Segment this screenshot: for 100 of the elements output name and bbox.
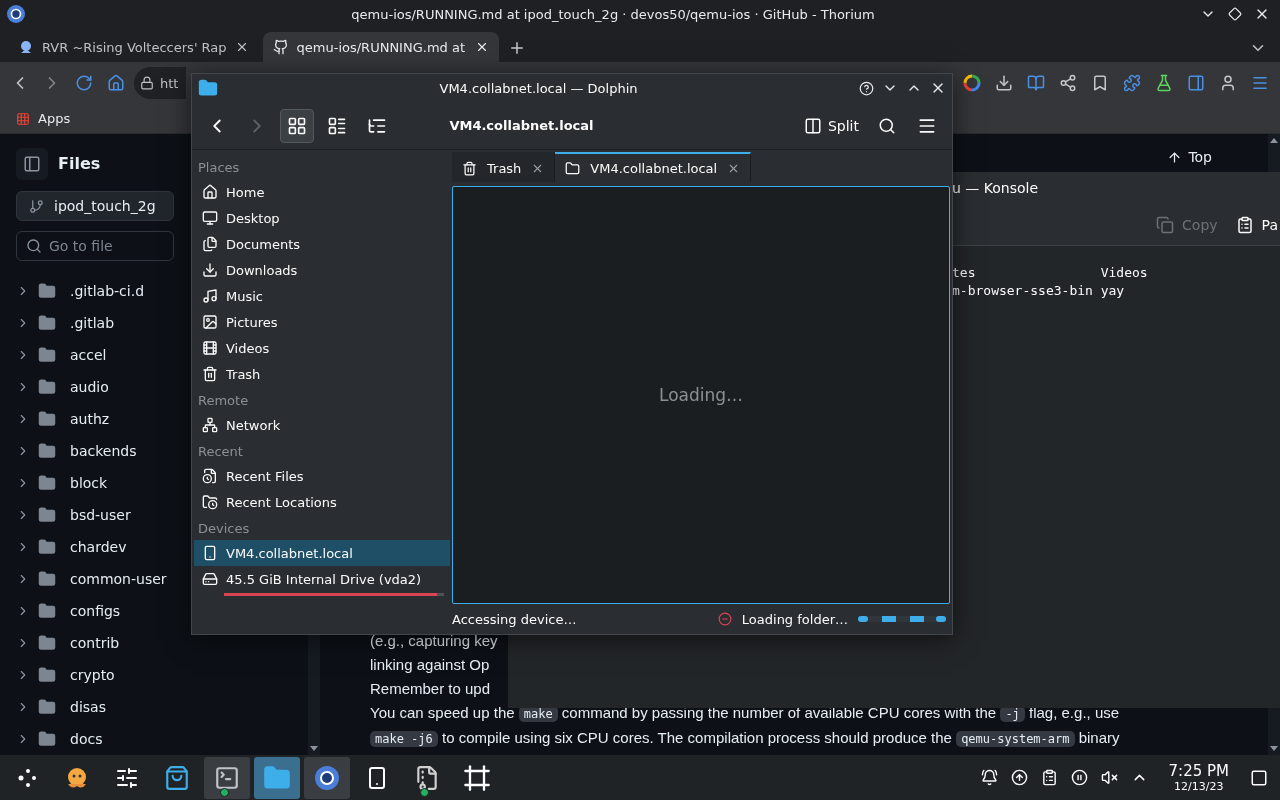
monitor-icon xyxy=(202,210,218,226)
bell-icon[interactable] xyxy=(980,769,998,786)
share-icon[interactable] xyxy=(1059,74,1077,92)
show-desktop-icon[interactable] xyxy=(1250,768,1268,787)
top-button[interactable]: Top xyxy=(1167,144,1212,170)
picture-icon xyxy=(202,314,218,330)
clipboard-icon[interactable] xyxy=(1040,769,1058,786)
folder-item[interactable]: crypto xyxy=(16,659,174,691)
recent-file-icon xyxy=(202,468,218,484)
panel-title: Files xyxy=(58,154,101,174)
folder-item[interactable]: common-user xyxy=(16,563,174,595)
update-icon[interactable] xyxy=(1010,769,1028,786)
folder-item[interactable]: audio xyxy=(16,371,174,403)
folder-item[interactable]: chardev xyxy=(16,531,174,563)
place-item[interactable]: 45.5 GiB Internal Drive (vda2) xyxy=(194,566,450,592)
branch-button[interactable]: ipod_touch_2g xyxy=(16,191,174,221)
progress-text: Loading folder… xyxy=(741,611,848,627)
app-folder-icon xyxy=(198,78,218,98)
browser-icon xyxy=(313,763,341,792)
status-text: Accessing device… xyxy=(452,611,578,627)
folder-icon xyxy=(38,698,56,716)
search-icon xyxy=(26,238,42,254)
reload-icon[interactable] xyxy=(75,74,93,92)
address-bar[interactable]: htt xyxy=(134,67,186,99)
sliders-icon xyxy=(115,765,139,790)
place-item[interactable]: Network xyxy=(194,412,450,438)
place-item[interactable]: Downloads xyxy=(194,257,450,283)
place-item[interactable]: Recent Locations xyxy=(194,489,450,515)
clock[interactable]: 7:25 PM 12/13/23 xyxy=(1160,762,1237,793)
branch-icon xyxy=(29,198,44,214)
maximize-icon[interactable] xyxy=(1228,7,1242,21)
compact-view-icon xyxy=(327,115,347,136)
network-icon xyxy=(202,417,218,433)
puzzle-icon[interactable] xyxy=(1123,74,1141,92)
folder-item[interactable]: bsd-user xyxy=(16,499,174,531)
place-item[interactable]: Documents xyxy=(194,231,450,257)
taskbar-app[interactable] xyxy=(254,756,300,799)
grid-view-icon xyxy=(287,115,307,136)
location-title: VM4.collabnet.local xyxy=(448,118,595,133)
folder-item[interactable]: .gitlab xyxy=(16,307,174,339)
folder-item[interactable]: block xyxy=(16,467,174,499)
folder-item[interactable]: configs xyxy=(16,595,174,627)
taskbar-app[interactable] xyxy=(304,756,350,799)
taskbar-app[interactable] xyxy=(204,756,250,799)
folder-icon xyxy=(38,314,56,332)
search-icon[interactable] xyxy=(878,116,896,135)
browser-tab[interactable]: RVR ~Rising Volteccers' Rap xyxy=(8,32,259,62)
folder-icon xyxy=(38,666,56,684)
folder-icon xyxy=(38,570,56,588)
folder-tab[interactable]: Trash xyxy=(452,152,556,182)
place-item[interactable]: Trash xyxy=(194,361,450,387)
bookmark-item[interactable]: Apps xyxy=(12,106,75,131)
trash-icon xyxy=(462,160,477,176)
home-icon[interactable] xyxy=(107,74,125,92)
clipboard-icon xyxy=(1235,215,1254,234)
pause-icon[interactable] xyxy=(1070,769,1088,786)
status-badge xyxy=(420,787,429,797)
split-view-icon xyxy=(803,116,822,135)
profile-icon[interactable] xyxy=(1219,74,1237,92)
folder-icon xyxy=(38,474,56,492)
muted-speaker-icon[interactable] xyxy=(1100,769,1118,786)
browser-tab[interactable]: qemu-ios/RUNNING.md at xyxy=(262,32,499,62)
lock-icon xyxy=(140,76,154,90)
copy-icon xyxy=(1156,215,1175,234)
google-icon[interactable] xyxy=(963,74,981,92)
download-icon[interactable] xyxy=(995,74,1013,92)
place-item[interactable]: Recent Files xyxy=(194,463,450,489)
terminal-output: tes Videos xyxy=(952,264,1149,282)
frame-icon xyxy=(463,763,491,792)
place-item[interactable]: Desktop xyxy=(194,205,450,231)
bookmark-icon[interactable] xyxy=(1091,74,1109,92)
cancel-icon[interactable] xyxy=(717,612,732,626)
grid-view-button[interactable] xyxy=(280,108,314,143)
terminal-icon xyxy=(214,764,240,791)
side-panel-icon[interactable] xyxy=(1187,74,1205,92)
split-button[interactable]: Split xyxy=(798,108,864,143)
folder-item[interactable]: authz xyxy=(16,403,174,435)
folder-item[interactable]: .gitlab-ci.d xyxy=(16,275,174,307)
film-icon xyxy=(202,340,218,356)
folder-item[interactable]: contrib xyxy=(16,627,174,659)
place-item[interactable]: Pictures xyxy=(194,309,450,335)
place-item[interactable]: Music xyxy=(194,283,450,309)
folder-item[interactable]: docs xyxy=(16,723,174,755)
open-book-icon[interactable] xyxy=(1027,74,1045,92)
help-icon[interactable] xyxy=(859,80,874,96)
paste-button[interactable]: Pa xyxy=(1235,215,1278,234)
folder-item[interactable]: disas xyxy=(16,691,174,723)
place-item[interactable]: Home xyxy=(194,179,450,205)
folder-icon xyxy=(38,282,56,300)
flask-icon[interactable] xyxy=(1155,74,1173,92)
place-item[interactable]: VM4.collabnet.local xyxy=(194,540,450,566)
scroll-up-icon[interactable] xyxy=(1270,138,1278,143)
folder-item[interactable]: accel xyxy=(16,339,174,371)
folder-tab[interactable]: VM4.collabnet.local xyxy=(555,152,752,182)
search-field[interactable]: Go to file xyxy=(16,231,174,261)
download-icon xyxy=(202,262,218,278)
folder-item[interactable]: backends xyxy=(16,435,174,467)
documents-icon xyxy=(202,236,218,252)
collapse-panel-button[interactable] xyxy=(16,147,48,180)
place-item[interactable]: Videos xyxy=(194,335,450,361)
